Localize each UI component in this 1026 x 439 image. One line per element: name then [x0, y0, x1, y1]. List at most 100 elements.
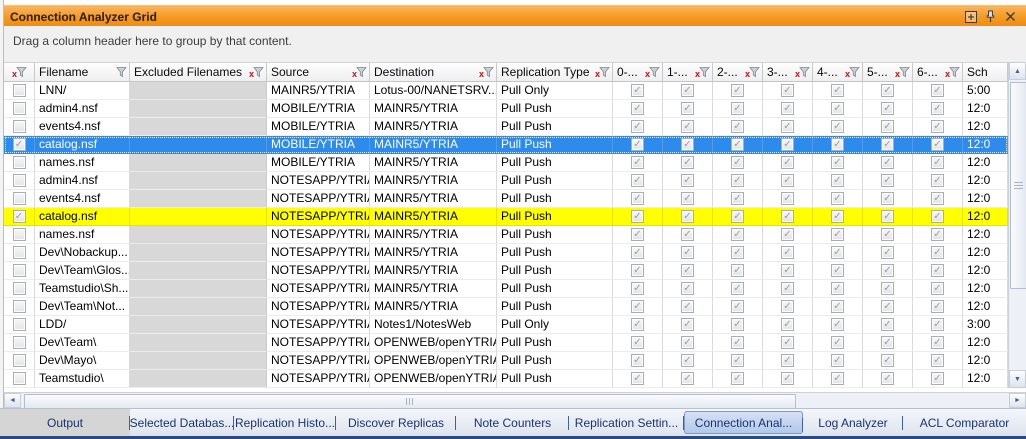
day-checkbox[interactable]	[881, 300, 894, 313]
day-checkbox[interactable]	[781, 354, 794, 367]
column-header-0[interactable]: 0-...x	[613, 63, 663, 81]
column-header-4[interactable]: 4-...x	[813, 63, 863, 81]
day-checkbox[interactable]	[731, 102, 744, 115]
row-checkbox[interactable]	[13, 192, 26, 205]
day-checkbox[interactable]	[831, 300, 844, 313]
day-checkbox[interactable]	[681, 192, 694, 205]
day-checkbox[interactable]	[631, 156, 644, 169]
filter-icon[interactable]	[112, 66, 127, 78]
row-checkbox[interactable]	[13, 354, 26, 367]
table-row[interactable]: events4.nsfNOTESAPP/YTRIAMAINR5/YTRIAPul…	[4, 190, 1008, 208]
scroll-left-icon[interactable]: ◄	[4, 393, 21, 408]
day-checkbox[interactable]	[881, 354, 894, 367]
scroll-up-icon[interactable]: ▲	[1009, 62, 1026, 80]
vertical-scrollbar[interactable]: ▲ ▼	[1008, 62, 1026, 388]
filter-icon[interactable]: x	[595, 66, 610, 78]
day-checkbox[interactable]	[681, 138, 694, 151]
day-checkbox[interactable]	[731, 120, 744, 133]
vertical-scrollbar-thumb[interactable]	[1010, 82, 1026, 289]
table-row[interactable]: Dev\Team\Not...NOTESAPP/YTRIAMAINR5/YTRI…	[4, 298, 1008, 316]
day-checkbox[interactable]	[881, 174, 894, 187]
day-checkbox[interactable]	[781, 120, 794, 133]
day-checkbox[interactable]	[681, 228, 694, 241]
day-checkbox[interactable]	[931, 192, 944, 205]
row-checkbox[interactable]	[13, 264, 26, 277]
filter-icon[interactable]: x	[945, 66, 960, 78]
tab-log-analyzer[interactable]: Log Analyzer	[803, 409, 903, 436]
day-checkbox[interactable]	[781, 192, 794, 205]
day-checkbox[interactable]	[781, 318, 794, 331]
day-checkbox[interactable]	[831, 84, 844, 97]
day-checkbox[interactable]	[681, 156, 694, 169]
tab-output[interactable]: Output	[0, 409, 130, 436]
day-checkbox[interactable]	[931, 282, 944, 295]
table-row[interactable]: LNN/MAINR5/YTRIALotus-00/NANETSRV...Pull…	[4, 82, 1008, 100]
day-checkbox[interactable]	[731, 138, 744, 151]
filter-icon[interactable]: x	[795, 66, 810, 78]
day-checkbox[interactable]	[781, 84, 794, 97]
day-checkbox[interactable]	[681, 282, 694, 295]
day-checkbox[interactable]	[631, 336, 644, 349]
day-checkbox[interactable]	[681, 210, 694, 223]
day-checkbox[interactable]	[731, 246, 744, 259]
day-checkbox[interactable]	[781, 336, 794, 349]
table-row[interactable]: names.nsfNOTESAPP/YTRIAMAINR5/YTRIAPull …	[4, 226, 1008, 244]
column-header-2[interactable]: 2-...x	[713, 63, 763, 81]
day-checkbox[interactable]	[631, 354, 644, 367]
day-checkbox[interactable]	[881, 210, 894, 223]
day-checkbox[interactable]	[781, 300, 794, 313]
day-checkbox[interactable]	[631, 210, 644, 223]
tab-note-counters[interactable]: Note Counters	[456, 409, 569, 436]
table-row[interactable]: catalog.nsfNOTESAPP/YTRIAMAINR5/YTRIAPul…	[4, 208, 1008, 226]
day-checkbox[interactable]	[731, 336, 744, 349]
day-checkbox[interactable]	[631, 228, 644, 241]
day-checkbox[interactable]	[831, 228, 844, 241]
maximize-icon[interactable]	[964, 10, 977, 23]
day-checkbox[interactable]	[631, 84, 644, 97]
table-row[interactable]: Dev\Mayo\NOTESAPP/YTRIAOPENWEB/openYTRIA…	[4, 352, 1008, 370]
day-checkbox[interactable]	[631, 174, 644, 187]
table-row[interactable]: events4.nsfMOBILE/YTRIAMAINR5/YTRIAPull …	[4, 118, 1008, 136]
day-checkbox[interactable]	[781, 138, 794, 151]
column-header-6[interactable]: 6-...x	[913, 63, 963, 81]
day-checkbox[interactable]	[831, 174, 844, 187]
tab-replication-settin[interactable]: Replication Settin...	[569, 409, 684, 436]
day-checkbox[interactable]	[681, 336, 694, 349]
row-checkbox[interactable]	[13, 120, 26, 133]
row-checkbox[interactable]	[13, 372, 26, 385]
day-checkbox[interactable]	[631, 300, 644, 313]
day-checkbox[interactable]	[931, 354, 944, 367]
day-checkbox[interactable]	[731, 84, 744, 97]
close-icon[interactable]	[1004, 10, 1017, 23]
day-checkbox[interactable]	[631, 318, 644, 331]
row-checkbox[interactable]	[13, 156, 26, 169]
table-row[interactable]: Dev\Team\NOTESAPP/YTRIAOPENWEB/openYTRIA…	[4, 334, 1008, 352]
day-checkbox[interactable]	[731, 264, 744, 277]
row-checkbox[interactable]	[13, 138, 26, 151]
table-row[interactable]: Dev\Team\Glos...NOTESAPP/YTRIAMAINR5/YTR…	[4, 262, 1008, 280]
day-checkbox[interactable]	[881, 246, 894, 259]
day-checkbox[interactable]	[931, 300, 944, 313]
day-checkbox[interactable]	[881, 318, 894, 331]
day-checkbox[interactable]	[681, 174, 694, 187]
filter-icon[interactable]: x	[249, 66, 264, 78]
day-checkbox[interactable]	[731, 282, 744, 295]
column-header-5[interactable]: 5-...x	[863, 63, 913, 81]
day-checkbox[interactable]	[881, 138, 894, 151]
day-checkbox[interactable]	[831, 102, 844, 115]
scroll-down-icon[interactable]: ▼	[1009, 370, 1026, 388]
day-checkbox[interactable]	[781, 228, 794, 241]
day-checkbox[interactable]	[931, 102, 944, 115]
day-checkbox[interactable]	[681, 354, 694, 367]
day-checkbox[interactable]	[731, 156, 744, 169]
column-header-source[interactable]: Sourcex	[267, 63, 370, 81]
day-checkbox[interactable]	[631, 282, 644, 295]
table-row[interactable]: names.nsfMOBILE/YTRIAMAINR5/YTRIAPull Pu…	[4, 154, 1008, 172]
row-checkbox[interactable]	[13, 84, 26, 97]
row-checkbox[interactable]	[13, 174, 26, 187]
day-checkbox[interactable]	[781, 246, 794, 259]
tab-replication-histo[interactable]: Replication Histo...	[234, 409, 336, 436]
day-checkbox[interactable]	[681, 264, 694, 277]
day-checkbox[interactable]	[881, 192, 894, 205]
tab-acl-comparator[interactable]: ACL Comparator	[903, 409, 1026, 436]
